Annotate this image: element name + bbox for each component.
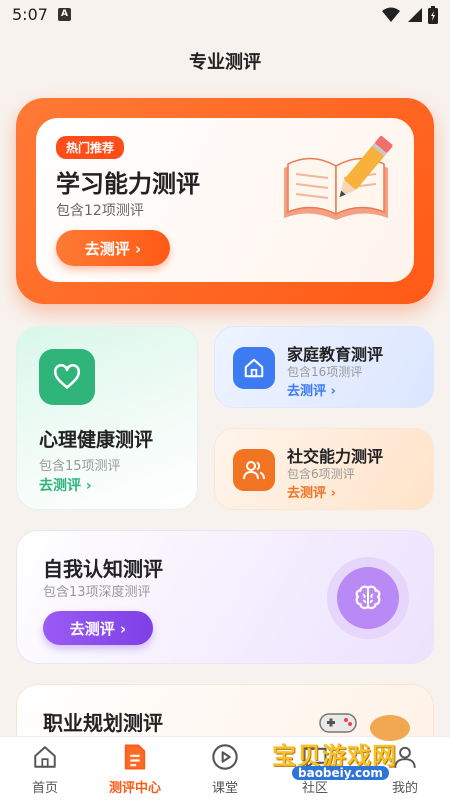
home-icon (233, 347, 275, 389)
social-ability-card[interactable]: 社交能力测评 包含6项测评 去测评 › (214, 428, 434, 510)
learning-ability-card[interactable]: 热门推荐 学习能力测评 包含12项测评 去测评 › (16, 98, 434, 304)
learning-ability-start-button[interactable]: 去测评 › (56, 230, 170, 266)
mental-health-title: 心理健康测评 (39, 429, 154, 451)
watermark-logo: 宝贝游戏网 baobeiy.com (268, 708, 428, 790)
brain-icon-container (327, 557, 409, 639)
nav-label-assessment-center: 测评中心 (108, 781, 161, 796)
self-cognition-card[interactable]: 自我认知测评 包含13项深度测评 去测评 › (16, 530, 434, 664)
battery-icon (428, 6, 438, 24)
learning-ability-card-inner: 热门推荐 学习能力测评 包含12项测评 去测评 › (36, 118, 414, 282)
nav-item-classroom[interactable]: 课堂 (190, 743, 260, 796)
nav-item-home[interactable]: 首页 (10, 743, 80, 796)
heart-icon (39, 349, 95, 405)
mental-health-start-link[interactable]: 去测评 › (39, 475, 92, 495)
notification-a-icon: A (58, 8, 71, 21)
family-education-start-link[interactable]: 去测评 › (287, 380, 336, 399)
nav-label-home: 首页 (31, 781, 58, 796)
self-cognition-start-button[interactable]: 去测评 › (43, 611, 153, 645)
book-pencil-icon (284, 136, 393, 220)
mental-health-card[interactable]: 心理健康测评 包含15项测评 去测评 › (16, 326, 198, 510)
family-education-card[interactable]: 家庭教育测评 包含16项测评 去测评 › (214, 326, 434, 408)
status-icons (382, 6, 438, 24)
watermark-url: baobeiy.com (292, 766, 389, 780)
wifi-icon (382, 7, 400, 22)
social-ability-start-link[interactable]: 去测评 › (287, 482, 336, 501)
social-ability-title: 社交能力测评 (287, 447, 384, 466)
status-bar: 5:07 A (0, 0, 450, 30)
gamepad-icon (319, 713, 357, 733)
document-icon (121, 743, 149, 771)
social-ability-subtitle: 包含6项测评 (287, 467, 355, 481)
brain-icon (337, 567, 399, 629)
status-time: 5:07 (12, 5, 48, 24)
career-planning-title: 职业规划测评 (43, 711, 163, 735)
nav-item-assessment-center[interactable]: 测评中心 (100, 743, 170, 796)
play-icon (211, 743, 239, 771)
self-cognition-title: 自我认知测评 (43, 557, 163, 581)
hot-badge: 热门推荐 (56, 136, 125, 159)
home-icon (31, 743, 59, 771)
self-cognition-subtitle: 包含13项深度测评 (43, 585, 151, 600)
nav-label-classroom: 课堂 (211, 781, 238, 796)
page-title: 专业测评 (189, 52, 261, 73)
learning-ability-subtitle: 包含12项测评 (56, 203, 144, 219)
mental-health-subtitle: 包含15项测评 (39, 459, 121, 474)
family-education-title: 家庭教育测评 (287, 345, 384, 364)
family-education-subtitle: 包含16项测评 (287, 365, 363, 379)
learning-ability-title: 学习能力测评 (56, 170, 200, 198)
signal-icon (408, 8, 422, 22)
users-icon (233, 449, 275, 491)
